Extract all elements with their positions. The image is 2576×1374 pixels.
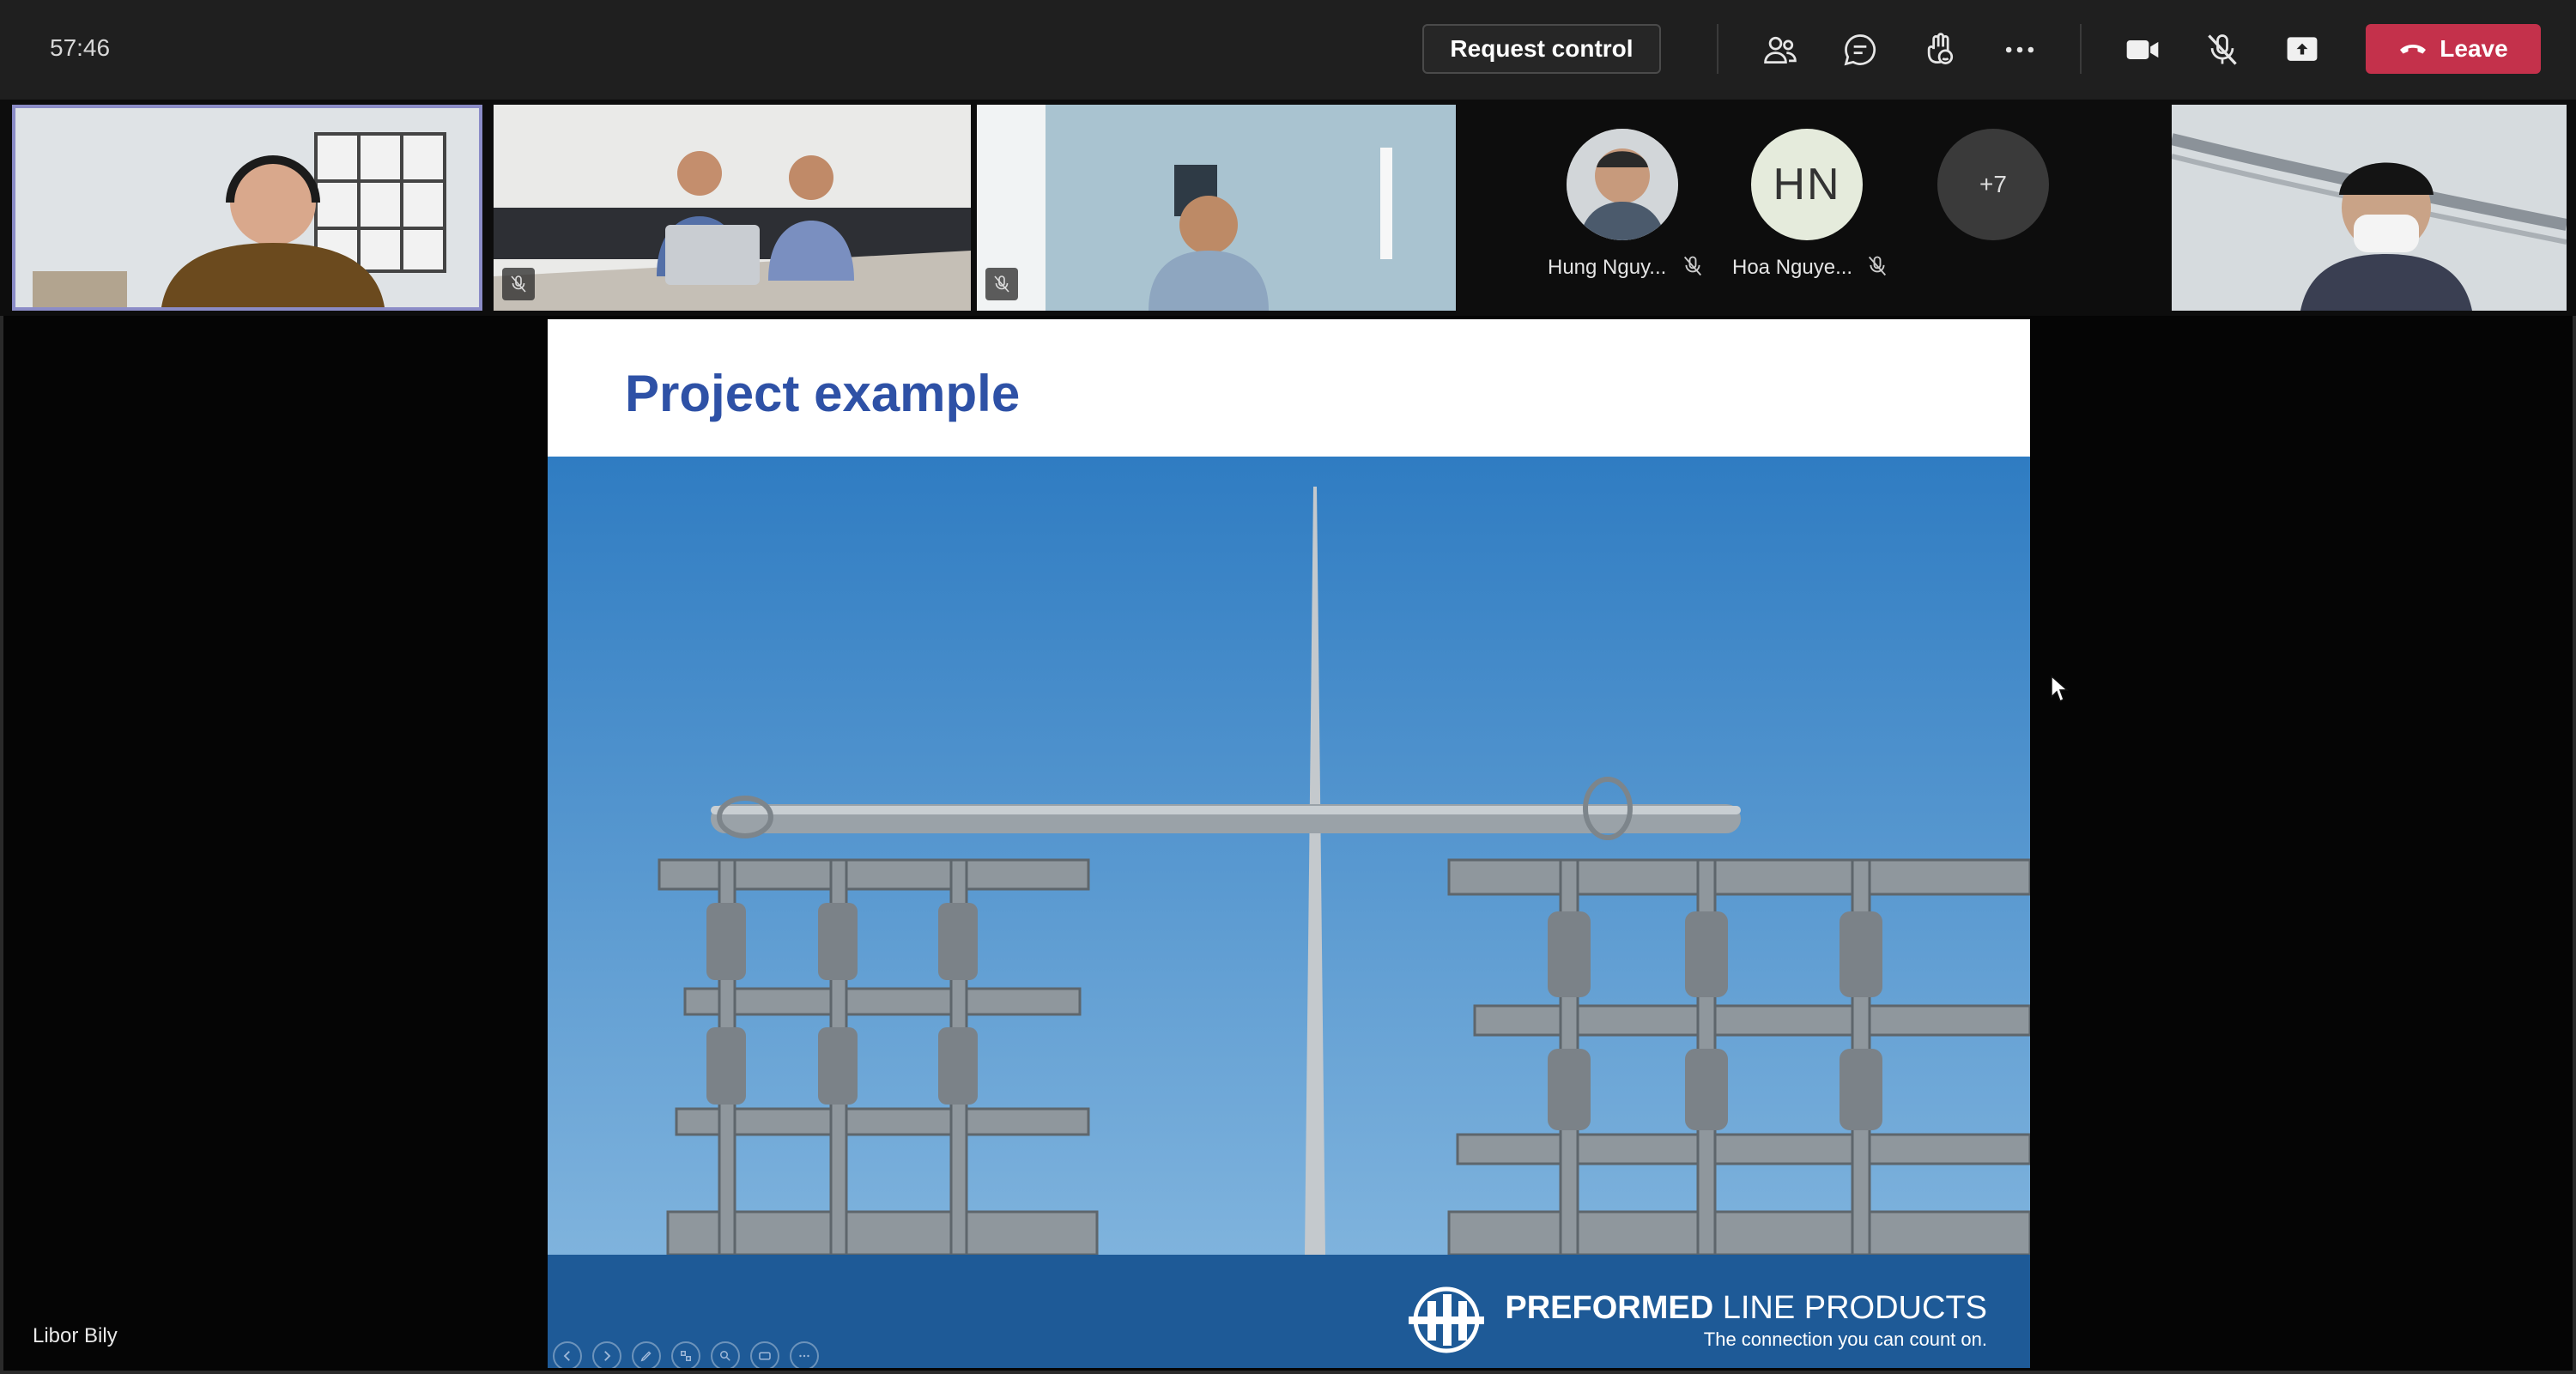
hang-up-icon (2400, 45, 2427, 54)
pen-tool-button[interactable] (632, 1341, 661, 1368)
reactions-icon[interactable] (1916, 26, 1964, 74)
participants-icon[interactable] (1756, 26, 1804, 74)
leave-label: Leave (2440, 35, 2508, 62)
company-name: PREFORMED LINE PRODUCTS (1505, 1289, 1987, 1326)
mic-off-icon (502, 268, 535, 300)
meeting-toolbar: 57:46 Request control Leave (0, 0, 2576, 100)
participant-avatar-item[interactable] (1567, 129, 1687, 240)
participant-video-tile[interactable] (12, 105, 482, 311)
participant-video-tile[interactable] (494, 105, 971, 311)
company-logo-icon (1409, 1286, 1485, 1353)
zoom-button[interactable] (711, 1341, 740, 1368)
toolbar-divider (1717, 24, 1718, 74)
participant-name: Hoa Nguye... (1732, 256, 1853, 279)
mouse-cursor-icon (2051, 675, 2069, 703)
request-control-button[interactable]: Request control (1422, 24, 1661, 74)
company-brand: PREFORMED LINE PRODUCTS The connection y… (1402, 1284, 1987, 1356)
zoom-icon (720, 1351, 730, 1361)
mic-off-icon (1868, 256, 1887, 276)
participant-video-feed (977, 105, 1456, 311)
participant-video-feed (494, 105, 971, 311)
chat-icon[interactable] (1836, 26, 1884, 74)
leave-button[interactable]: Leave (2366, 24, 2541, 74)
subtitles-button[interactable] (750, 1341, 779, 1368)
see-all-slides-button[interactable] (671, 1341, 700, 1368)
toolbar-divider (2080, 24, 2082, 74)
next-slide-button[interactable] (592, 1341, 621, 1368)
more-slide-options-button[interactable] (790, 1341, 819, 1368)
chevron-right-icon (604, 1351, 611, 1361)
slide-navigation-controls (553, 1341, 819, 1368)
participant-video-tile[interactable] (977, 105, 1456, 311)
chevron-left-icon (563, 1351, 570, 1361)
mic-off-icon (1683, 256, 1702, 276)
participant-video-tile[interactable] (2172, 105, 2567, 311)
previous-slide-button[interactable] (553, 1341, 582, 1368)
avatar-initials: HN (1751, 129, 1863, 240)
slide-photo-substation (548, 457, 2030, 1255)
more-participants-button[interactable]: +7 (1937, 129, 2058, 240)
participant-video-feed (15, 108, 479, 307)
camera-icon[interactable] (2118, 26, 2167, 74)
presenter-name: Libor Bily (33, 1324, 118, 1347)
shared-presentation-slide: Project example PREFORMED LINE PRODUCTS … (548, 319, 2030, 1368)
avatar (1567, 129, 1678, 240)
participant-avatar-item[interactable]: HN (1751, 129, 1871, 240)
more-options-icon[interactable] (1996, 26, 2044, 74)
participant-name: Hung Nguy... (1548, 256, 1667, 279)
mic-off-icon[interactable] (2198, 26, 2246, 74)
pen-icon (640, 1351, 652, 1362)
subtitles-icon (759, 1352, 771, 1360)
slide-title: Project example (625, 365, 1021, 422)
more-options-icon (799, 1354, 809, 1358)
meeting-timer: 57:46 (50, 34, 111, 61)
more-participants-count: +7 (1937, 129, 2049, 240)
company-tagline: The connection you can count on. (1703, 1328, 1987, 1350)
participant-video-feed (2172, 105, 2567, 311)
share-icon[interactable] (2278, 26, 2326, 74)
grid-icon (681, 1351, 691, 1361)
mic-off-icon (985, 268, 1018, 300)
